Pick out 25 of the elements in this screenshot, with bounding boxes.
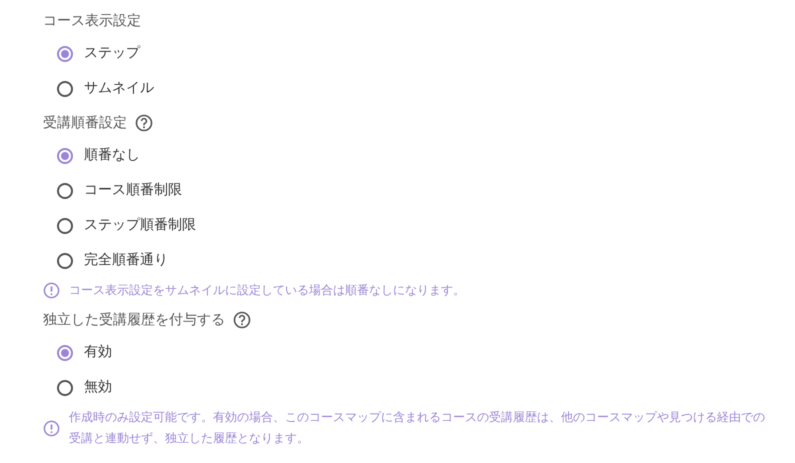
option-label: 無効 bbox=[84, 378, 112, 397]
option-label: サムネイル bbox=[84, 79, 154, 98]
option-label: ステップ bbox=[84, 44, 140, 63]
option-label: 有効 bbox=[84, 343, 112, 362]
note-text: コース表示設定をサムネイルに設定している場合は順番なしになります。 bbox=[69, 282, 465, 299]
radio-button[interactable] bbox=[57, 218, 73, 234]
radio-button[interactable] bbox=[57, 46, 73, 62]
help-icon[interactable] bbox=[135, 114, 153, 132]
option-label: 完全順番通り bbox=[84, 251, 168, 270]
section-heading: 受講順番設定 bbox=[43, 114, 127, 132]
radio-button[interactable] bbox=[57, 182, 73, 198]
option-label: ステップ順番制限 bbox=[84, 216, 196, 235]
option-label: 順番なし bbox=[84, 146, 140, 165]
radio-button[interactable] bbox=[57, 380, 73, 396]
info-icon bbox=[43, 282, 60, 299]
radio-button[interactable] bbox=[57, 252, 73, 268]
note-text: 作成時のみ設定可能です。有効の場合、このコースマップに含まれるコースの受講履歴は、他のコースマップや見つける経由での受講と連動せず、独立した履歴となります。 bbox=[69, 409, 766, 447]
radio-button[interactable] bbox=[57, 344, 73, 360]
radio-button[interactable] bbox=[57, 148, 73, 164]
help-icon[interactable] bbox=[233, 311, 251, 329]
option-label: コース順番制限 bbox=[84, 181, 182, 200]
section-heading: 独立した受講履歴を付与する bbox=[43, 310, 225, 330]
radio-button[interactable] bbox=[57, 80, 73, 96]
section-heading: コース表示設定 bbox=[43, 12, 141, 30]
info-icon bbox=[43, 420, 60, 436]
